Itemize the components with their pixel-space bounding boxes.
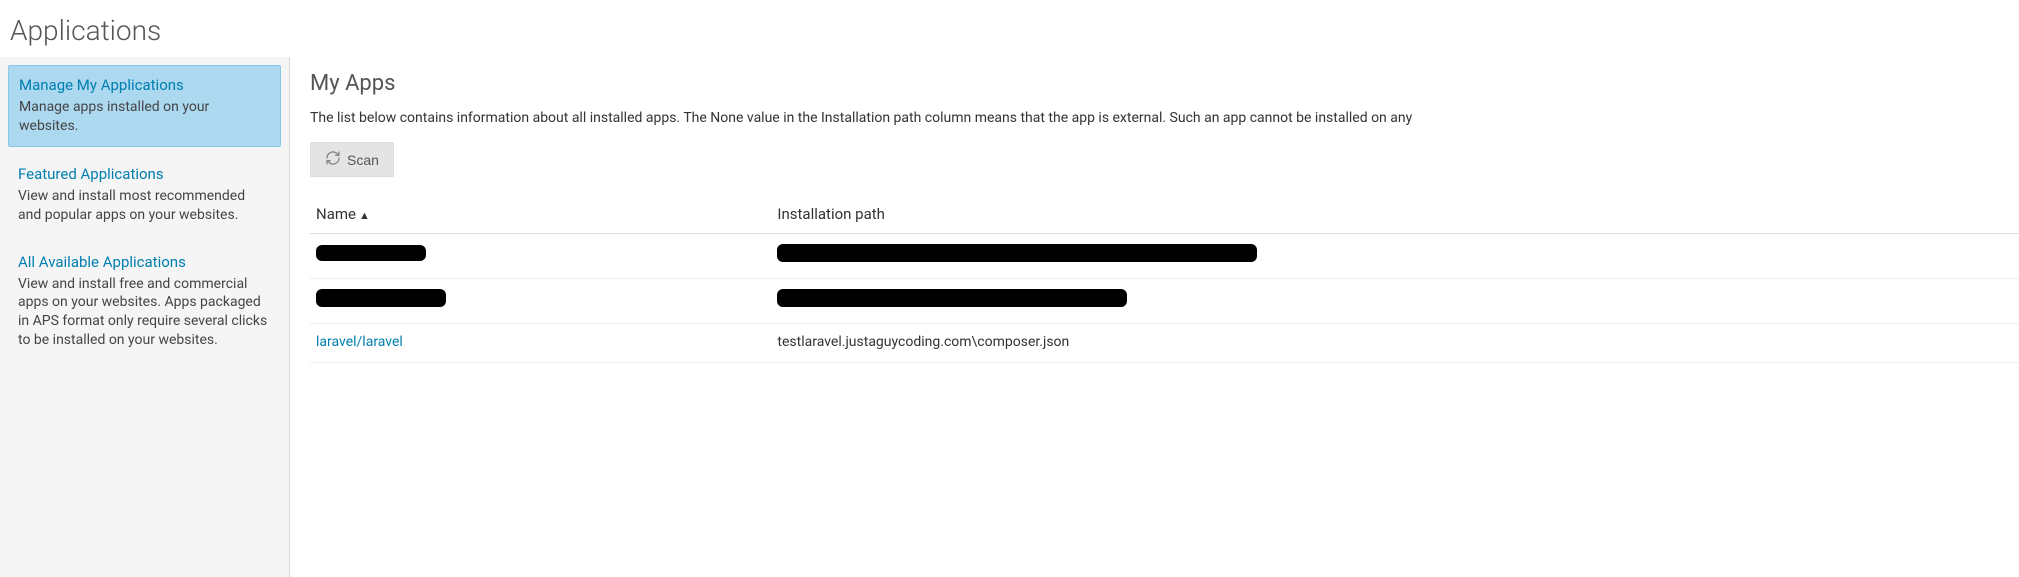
redacted-block [777,289,1127,307]
app-path-cell [771,279,2019,324]
main-heading: My Apps [310,71,2019,96]
sidebar-item-title: Manage My Applications [19,76,270,94]
page-title: Applications [0,0,2019,57]
sidebar-item-manage-my-applications[interactable]: Manage My Applications Manage apps insta… [8,65,281,147]
scan-button-label: Scan [347,152,379,168]
apps-table: Name▲ Installation path [310,195,2019,363]
app-name-link[interactable]: laravel/laravel [316,334,403,350]
scan-button[interactable]: Scan [310,142,394,177]
redacted-block [316,245,426,261]
sidebar-item-title: Featured Applications [18,165,271,183]
redacted-block [316,289,446,307]
main-content: My Apps The list below contains informat… [290,57,2019,577]
app-path-cell: testlaravel.justaguycoding.com\composer.… [771,324,2019,363]
column-header-name[interactable]: Name▲ [310,195,771,234]
sidebar-item-desc: View and install free and commercial app… [18,275,271,351]
sidebar-item-title: All Available Applications [18,253,271,271]
sidebar-item-desc: Manage apps installed on your websites. [19,98,270,136]
column-header-installation-path[interactable]: Installation path [771,195,2019,234]
table-row [310,234,2019,279]
refresh-icon [325,150,341,169]
sidebar-item-desc: View and install most recommended and po… [18,187,271,225]
app-name-cell: laravel/laravel [310,324,771,363]
app-name-cell [310,279,771,324]
main-description: The list below contains information abou… [310,110,2019,126]
app-name-cell [310,234,771,279]
sidebar-item-featured-applications[interactable]: Featured Applications View and install m… [8,155,281,235]
sort-asc-icon: ▲ [359,209,370,222]
sidebar-item-all-available-applications[interactable]: All Available Applications View and inst… [8,243,281,361]
app-path-cell [771,234,2019,279]
sidebar: Manage My Applications Manage apps insta… [0,57,290,577]
redacted-block [777,244,1257,262]
app-path-text: testlaravel.justaguycoding.com\composer.… [777,334,1069,350]
table-row [310,279,2019,324]
table-row: laravel/laravel testlaravel.justaguycodi… [310,324,2019,363]
